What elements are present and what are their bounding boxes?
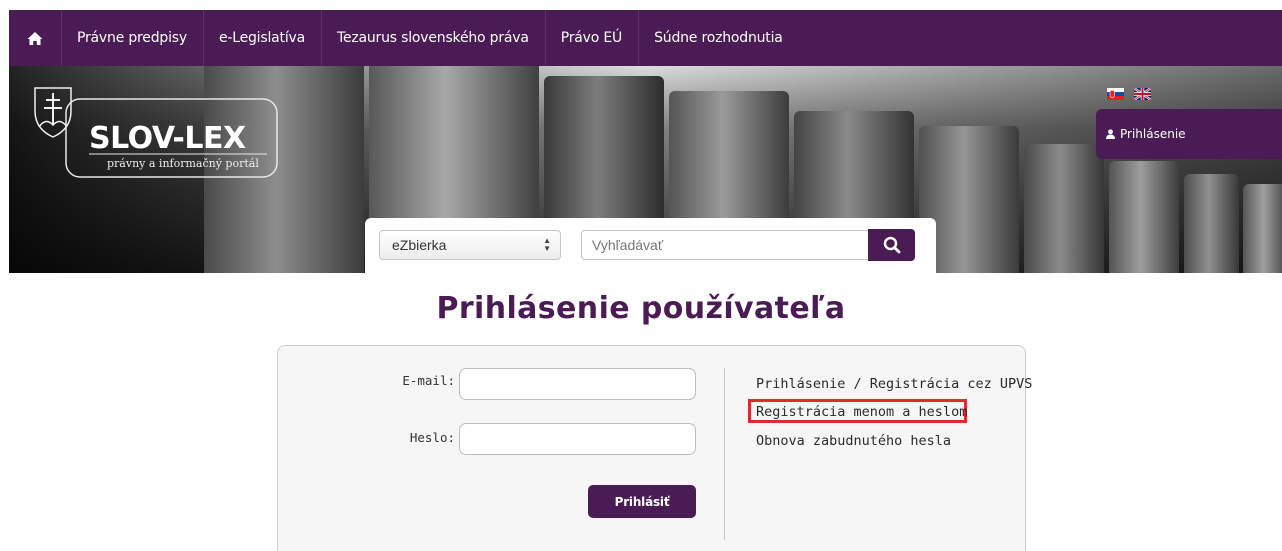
nav-item-pravne-predpisy[interactable]: Právne predpisy bbox=[62, 10, 204, 66]
book-spine-decoration bbox=[1109, 161, 1179, 273]
logo-wordmark: SLOV-LEX bbox=[89, 121, 246, 156]
email-field[interactable] bbox=[459, 368, 696, 400]
header-login-button[interactable]: Prihlásenie bbox=[1096, 109, 1282, 159]
home-icon bbox=[27, 31, 43, 45]
language-switcher bbox=[1107, 88, 1151, 100]
nav-item-sudne-rozhodnutia[interactable]: Súdne rozhodnutia bbox=[639, 10, 799, 66]
select-arrows-icon: ▲ ▼ bbox=[543, 236, 551, 253]
book-spine-decoration bbox=[1024, 144, 1104, 273]
book-spine-decoration bbox=[1243, 184, 1282, 273]
header-login-label: Prihlásenie bbox=[1120, 127, 1186, 141]
nav-home-button[interactable] bbox=[9, 10, 62, 66]
card-divider bbox=[724, 368, 725, 540]
nav-item-tezaurus[interactable]: Tezaurus slovenského práva bbox=[322, 10, 546, 66]
upvs-login-link[interactable]: Prihlásenie / Registrácia cez UPVS bbox=[756, 376, 1032, 392]
password-recovery-link[interactable]: Obnova zabudnutého hesla bbox=[756, 433, 951, 449]
uk-flag-icon[interactable] bbox=[1134, 88, 1151, 100]
nav-item-pravo-eu[interactable]: Právo EÚ bbox=[546, 10, 640, 66]
page-title: Prihlásenie používateľa bbox=[436, 291, 846, 326]
search-button[interactable] bbox=[868, 229, 915, 261]
email-label: E-mail: bbox=[402, 373, 455, 388]
login-submit-button[interactable]: Prihlásiť bbox=[588, 485, 696, 518]
user-icon bbox=[1106, 129, 1115, 139]
register-link[interactable]: Registrácia menom a heslom bbox=[756, 404, 967, 420]
collection-select-value: eZbierka bbox=[392, 237, 447, 253]
collection-select[interactable]: eZbierka ▲ ▼ bbox=[379, 230, 561, 260]
password-label: Heslo: bbox=[409, 430, 455, 445]
password-field[interactable] bbox=[459, 423, 696, 455]
main-navigation: Právne predpisy e-Legislatíva Tezaurus s… bbox=[9, 10, 1282, 66]
book-spine-decoration bbox=[1184, 174, 1239, 273]
slov-lex-logo-graphic: SLOV-LEX právny a informačný portál bbox=[34, 87, 278, 178]
sk-flag-icon[interactable] bbox=[1107, 88, 1124, 100]
search-panel: eZbierka ▲ ▼ bbox=[365, 218, 936, 278]
slov-lex-logo[interactable]: SLOV-LEX právny a informačný portál bbox=[29, 85, 279, 181]
nav-item-e-legislativa[interactable]: e-Legislatíva bbox=[204, 10, 322, 66]
search-icon bbox=[883, 236, 900, 254]
logo-subtitle: právny a informačný portál bbox=[107, 157, 259, 170]
login-card: E-mail: Heslo: Prihlásiť Prihlásenie / R… bbox=[277, 345, 1032, 551]
search-input[interactable] bbox=[581, 230, 871, 260]
